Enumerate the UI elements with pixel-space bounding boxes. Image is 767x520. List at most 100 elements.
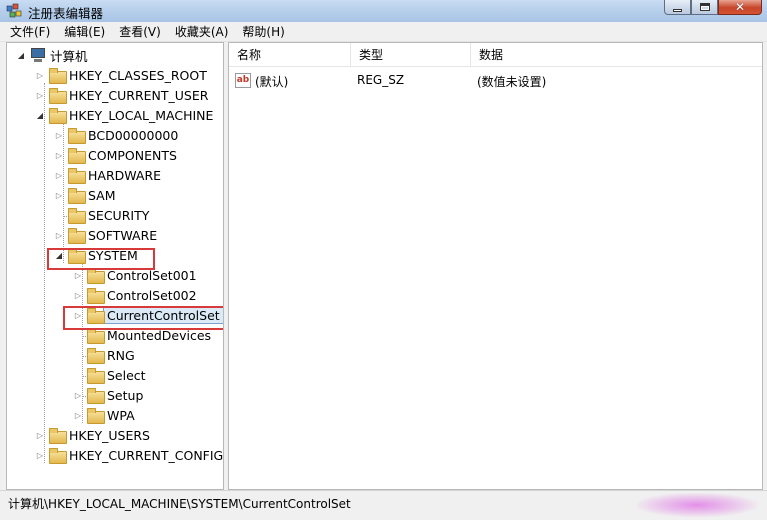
folder-icon — [87, 348, 105, 364]
tree-node-label: HKEY_LOCAL_MACHINE — [69, 107, 214, 123]
expand-icon[interactable]: ▷ — [34, 429, 46, 441]
tree-node-bcd[interactable]: ▷ BCD00000000 — [53, 125, 178, 145]
folder-icon — [87, 388, 105, 404]
close-icon: ✕ — [734, 0, 746, 14]
menu-help[interactable]: 帮助(H) — [242, 23, 284, 40]
tree-node-controlset002[interactable]: ▷ ControlSet002 — [72, 285, 197, 305]
folder-icon — [87, 408, 105, 424]
folder-icon — [68, 128, 86, 144]
close-button[interactable]: ✕ — [718, 0, 762, 15]
folder-icon — [49, 88, 67, 104]
value-data: (数值未设置) — [477, 75, 547, 89]
folder-icon — [49, 428, 67, 444]
folder-icon — [87, 328, 105, 344]
tree-node-rng[interactable]: RNG — [72, 345, 135, 365]
expand-icon[interactable]: ▷ — [72, 409, 84, 421]
tree-node-security[interactable]: SECURITY — [53, 205, 149, 225]
registry-editor-icon — [6, 3, 22, 19]
values-pane[interactable]: 名称 类型 数据 ab (默认) REG_SZ (数值未设置) — [228, 42, 763, 490]
list-item[interactable]: ab (默认) REG_SZ (数值未设置) — [229, 71, 762, 91]
folder-icon — [87, 268, 105, 284]
no-expand-spacer — [72, 329, 84, 341]
tree-node-wpa[interactable]: ▷ WPA — [72, 405, 135, 425]
computer-icon — [30, 47, 46, 63]
tree-node-label: HKEY_CURRENT_USER — [69, 87, 209, 103]
expand-icon[interactable]: ▷ — [34, 69, 46, 81]
folder-icon — [68, 208, 86, 224]
minimize-icon — [673, 8, 682, 12]
highlight-box-system — [47, 248, 155, 270]
expand-icon[interactable]: ▷ — [34, 449, 46, 461]
tree-node-software[interactable]: ▷ SOFTWARE — [53, 225, 157, 245]
tree-node-hardware[interactable]: ▷ HARDWARE — [53, 165, 161, 185]
folder-icon — [68, 148, 86, 164]
tree-pane[interactable]: ◢ 计算机 ▷ HKEY_CLASSES_ROOT ▷ HKEY_CURRENT… — [6, 42, 224, 490]
tree-node-hkcr[interactable]: ▷ HKEY_CLASSES_ROOT — [34, 65, 207, 85]
folder-icon — [49, 108, 67, 124]
window-title: 注册表编辑器 — [28, 6, 104, 21]
menu-file[interactable]: 文件(F) — [10, 23, 50, 40]
tree-node-label: SECURITY — [88, 207, 150, 223]
tree-node-hku[interactable]: ▷ HKEY_USERS — [34, 425, 150, 445]
value-name: (默认) — [255, 75, 289, 89]
tree-node-components[interactable]: ▷ COMPONENTS — [53, 145, 177, 165]
collapse-icon[interactable]: ◢ — [15, 49, 27, 61]
column-header-name[interactable]: 名称 — [229, 43, 351, 67]
expand-icon[interactable]: ▷ — [53, 169, 65, 181]
tree-line — [44, 83, 45, 463]
tree-node-setup[interactable]: ▷ Setup — [72, 385, 143, 405]
menu-bar: 文件(F) 编辑(E) 查看(V) 收藏夹(A) 帮助(H) — [0, 22, 767, 42]
expand-icon[interactable]: ▷ — [53, 149, 65, 161]
tree-node-label: SOFTWARE — [88, 227, 158, 243]
tree-node-computer[interactable]: ◢ 计算机 — [15, 45, 88, 65]
value-type: REG_SZ — [357, 73, 405, 87]
menu-view[interactable]: 查看(V) — [119, 23, 161, 40]
folder-icon — [68, 188, 86, 204]
highlight-box-currentcontrolset — [63, 306, 223, 330]
string-value-icon: ab — [235, 73, 251, 88]
tree-node-hkcu[interactable]: ▷ HKEY_CURRENT_USER — [34, 85, 208, 105]
collapse-icon[interactable]: ◢ — [34, 109, 46, 121]
tree-node-label: WPA — [107, 407, 135, 423]
menu-edit[interactable]: 编辑(E) — [64, 23, 105, 40]
minimize-button[interactable] — [664, 0, 691, 15]
status-bar: 计算机\HKEY_LOCAL_MACHINE\SYSTEM\CurrentCon… — [0, 490, 767, 520]
window-frame-right — [763, 42, 767, 520]
no-expand-spacer — [72, 349, 84, 361]
folder-icon — [49, 448, 67, 464]
expand-icon[interactable]: ▷ — [53, 129, 65, 141]
expand-icon[interactable]: ▷ — [72, 289, 84, 301]
tree-node-label: HKEY_CURRENT_CONFIG — [69, 447, 224, 463]
tree-node-hkcc[interactable]: ▷ HKEY_CURRENT_CONFIG — [34, 445, 223, 465]
expand-icon[interactable]: ▷ — [72, 269, 84, 281]
folder-icon — [49, 68, 67, 84]
status-glow-decoration — [637, 493, 757, 517]
status-path: 计算机\HKEY_LOCAL_MACHINE\SYSTEM\CurrentCon… — [8, 497, 351, 511]
tree-node-label: Select — [107, 367, 146, 383]
maximize-button[interactable] — [691, 0, 718, 15]
tree-node-select[interactable]: Select — [72, 365, 146, 385]
column-header-data[interactable]: 数据 — [471, 43, 762, 67]
tree-node-label: COMPONENTS — [88, 147, 177, 163]
expand-icon[interactable]: ▷ — [34, 89, 46, 101]
tree-node-hklm[interactable]: ◢ HKEY_LOCAL_MACHINE — [34, 105, 213, 125]
window-controls: ✕ — [664, 0, 762, 15]
tree-node-label: 计算机 — [50, 48, 88, 64]
tree-node-sam[interactable]: ▷ SAM — [53, 185, 116, 205]
expand-icon[interactable]: ▷ — [72, 389, 84, 401]
menu-favorites[interactable]: 收藏夹(A) — [175, 23, 229, 40]
tree-node-label: BCD00000000 — [88, 127, 179, 143]
tree-node-label: SAM — [88, 187, 116, 203]
tree-node-label: Setup — [107, 387, 144, 403]
folder-icon — [68, 168, 86, 184]
no-expand-spacer — [72, 369, 84, 381]
expand-icon[interactable]: ▷ — [53, 189, 65, 201]
maximize-icon — [699, 3, 710, 11]
tree-node-label: HKEY_USERS — [69, 427, 150, 443]
column-header-type[interactable]: 类型 — [351, 43, 471, 67]
folder-icon — [87, 288, 105, 304]
expand-icon[interactable]: ▷ — [53, 229, 65, 241]
tree-node-label: HKEY_CLASSES_ROOT — [69, 67, 207, 83]
column-header-bar: 名称 类型 数据 — [229, 43, 762, 67]
tree-node-label: RNG — [107, 347, 135, 363]
